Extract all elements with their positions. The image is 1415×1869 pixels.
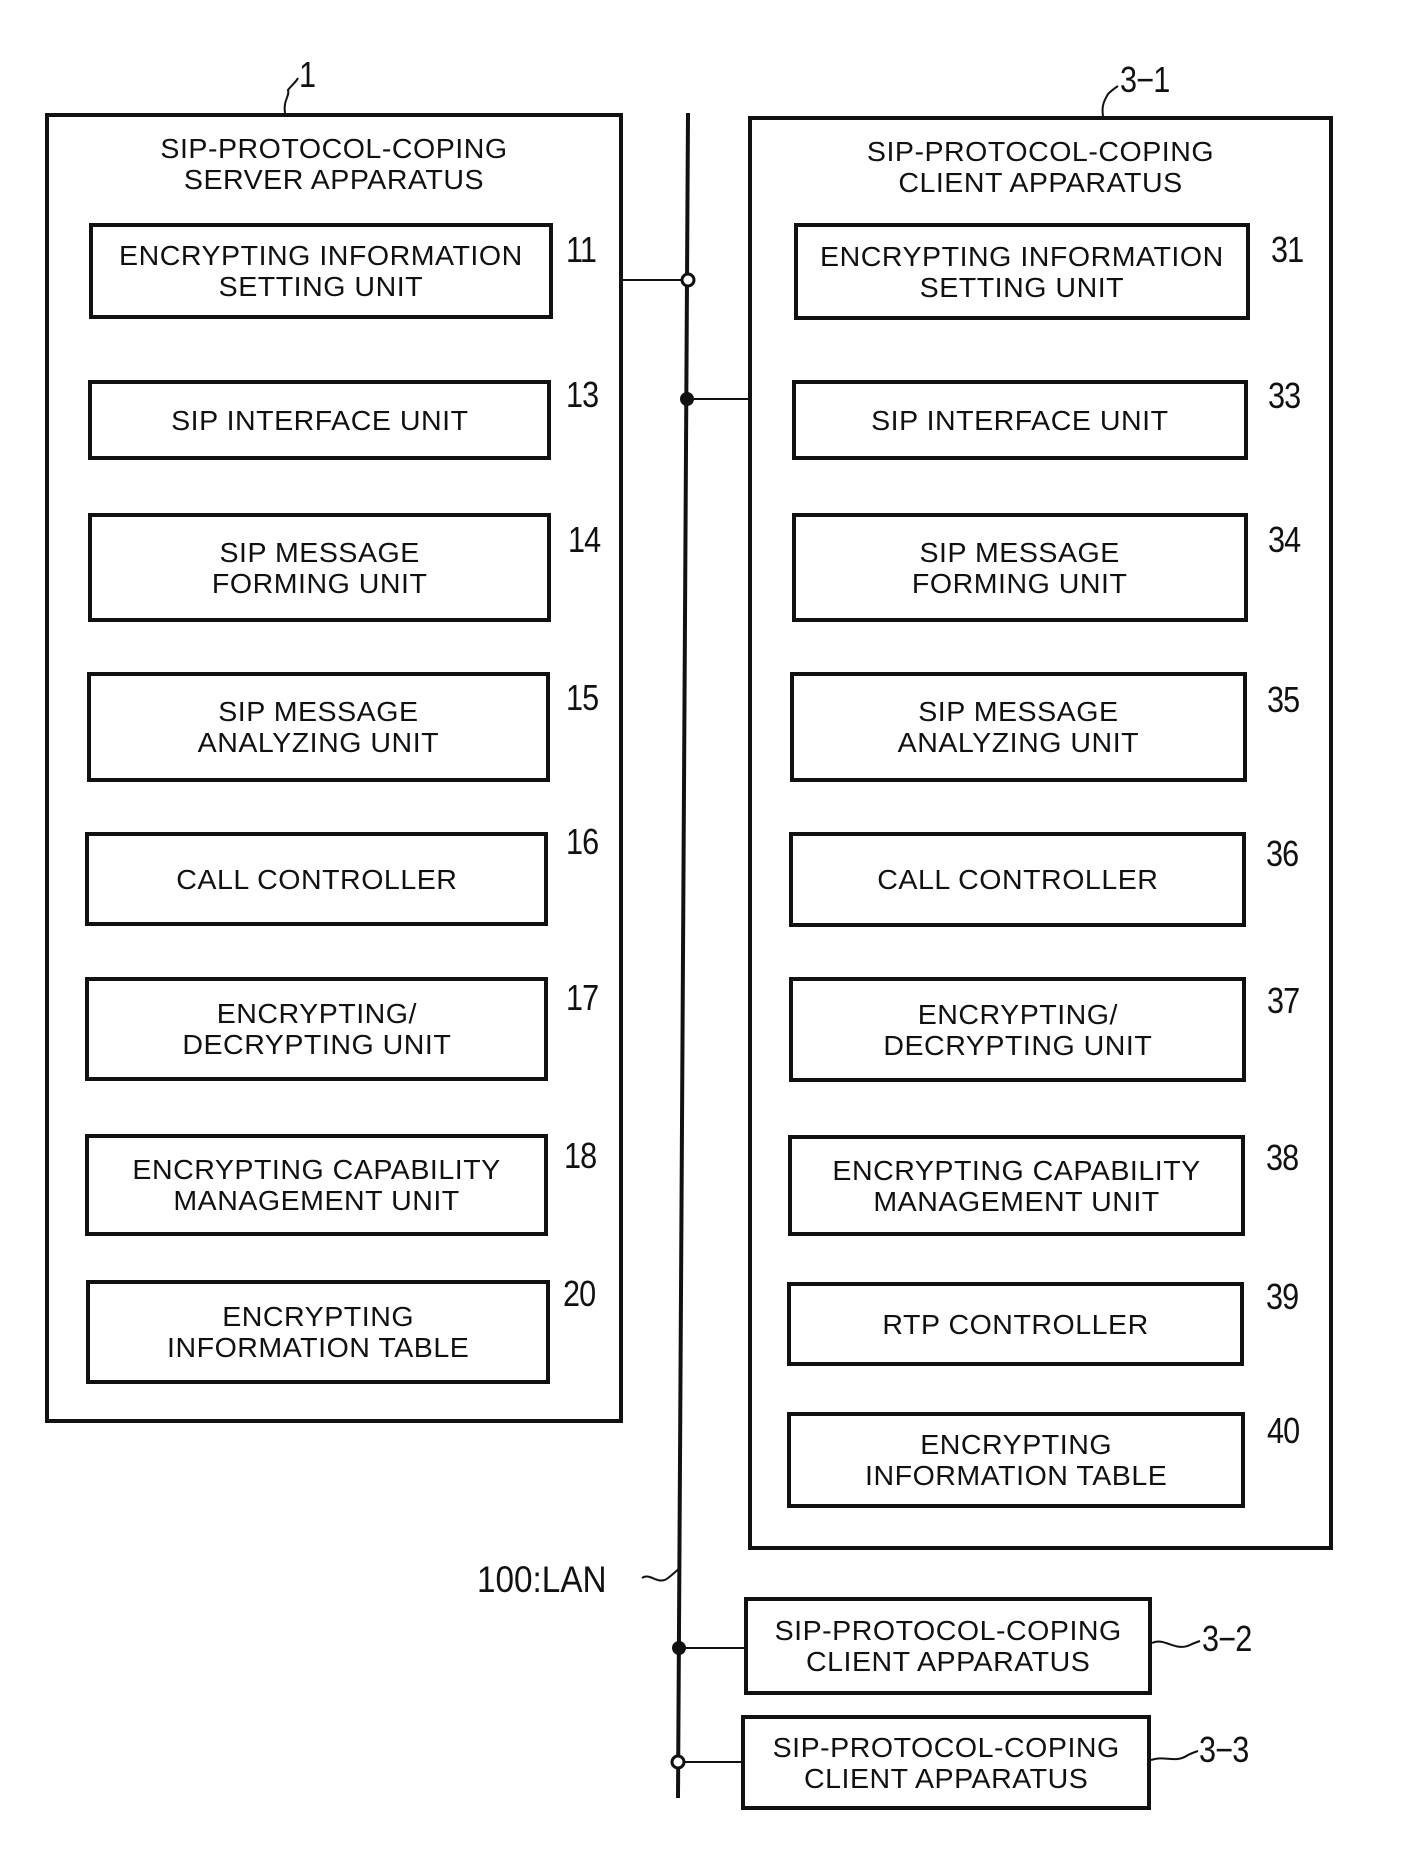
client-apparatus-3-2: SIP-PROTOCOL-COPING CLIENT APPARATUS	[744, 1597, 1152, 1695]
leader-3-2	[1151, 1640, 1201, 1648]
client-ref-35: 35	[1267, 679, 1300, 720]
server-unit-14: SIP MESSAGE FORMING UNIT	[88, 513, 551, 622]
server-unit-15: SIP MESSAGE ANALYZING UNIT	[87, 672, 550, 782]
client-ref-37: 37	[1267, 980, 1300, 1021]
unit-label: SIP-PROTOCOL-COPING CLIENT APPARATUS	[774, 1615, 1122, 1677]
server-ref-18: 18	[564, 1135, 597, 1176]
client-unit-36: CALL CONTROLLER	[789, 832, 1246, 927]
client-unit-34: SIP MESSAGE FORMING UNIT	[792, 513, 1248, 622]
client-ref-33: 33	[1268, 375, 1301, 416]
lan-label: 100:LAN	[477, 1559, 607, 1600]
unit-label: RTP CONTROLLER	[882, 1308, 1149, 1340]
server-unit-11: ENCRYPTING INFORMATION SETTING UNIT	[89, 223, 553, 319]
unit-label: ENCRYPTING CAPABILITY MANAGEMENT UNIT	[832, 1154, 1201, 1217]
leader-lan	[641, 1567, 681, 1582]
client-unit-35: SIP MESSAGE ANALYZING UNIT	[790, 672, 1247, 782]
unit-label: CALL CONTROLLER	[876, 864, 1159, 895]
unit-label: CALL CONTROLLER	[175, 863, 458, 895]
server-ref-label: 1	[299, 54, 316, 95]
server-unit-20: ENCRYPTING INFORMATION TABLE	[86, 1280, 550, 1384]
server-ref-11: 11	[566, 229, 597, 270]
unit-label: SIP MESSAGE ANALYZING UNIT	[197, 696, 440, 758]
unit-label: SIP INTERFACE UNIT	[170, 404, 469, 436]
leader-1	[283, 77, 299, 114]
unit-label: ENCRYPTING/ DECRYPTING UNIT	[182, 998, 451, 1060]
unit-label: SIP MESSAGE FORMING UNIT	[211, 536, 428, 599]
server-ref-15: 15	[566, 677, 599, 718]
server-ref-20: 20	[563, 1273, 596, 1314]
client-apparatus-3-3: SIP-PROTOCOL-COPING CLIENT APPARATUS	[741, 1715, 1151, 1810]
client-unit-33: SIP INTERFACE UNIT	[792, 380, 1248, 460]
leader-3-1	[1101, 85, 1119, 117]
tap-server-node	[680, 272, 696, 288]
tap-client-3-node	[670, 1754, 686, 1770]
lan-bus-line	[676, 112, 690, 1799]
client-ref-36: 36	[1266, 833, 1299, 874]
client-ref-3-3: 3−3	[1199, 1729, 1249, 1770]
unit-label: SIP INTERFACE UNIT	[871, 404, 1169, 436]
client-unit-31: ENCRYPTING INFORMATION SETTING UNIT	[794, 223, 1250, 320]
unit-label: ENCRYPTING INFORMATION TABLE	[864, 1429, 1168, 1491]
unit-label: SIP-PROTOCOL-COPING CLIENT APPARATUS	[772, 1731, 1120, 1794]
tap-client-2-node	[672, 1641, 686, 1655]
client-ref-label: 3−1	[1120, 59, 1170, 100]
server-ref-17: 17	[566, 977, 599, 1018]
leader-3-3	[1150, 1750, 1199, 1761]
client-ref-3-2: 3−2	[1202, 1618, 1252, 1659]
server-ref-14: 14	[568, 519, 601, 560]
server-unit-16: CALL CONTROLLER	[85, 832, 548, 926]
unit-label: ENCRYPTING INFORMATION SETTING UNIT	[820, 240, 1224, 303]
client-apparatus-title: SIP-PROTOCOL-COPING CLIENT APPARATUS	[866, 136, 1215, 198]
unit-label: ENCRYPTING INFORMATION SETTING UNIT	[119, 240, 523, 302]
server-ref-16: 16	[566, 821, 599, 862]
unit-label: ENCRYPTING CAPABILITY MANAGEMENT UNIT	[132, 1154, 501, 1216]
client-ref-40: 40	[1267, 1410, 1300, 1451]
server-unit-13: SIP INTERFACE UNIT	[88, 380, 551, 460]
server-unit-18: ENCRYPTING CAPABILITY MANAGEMENT UNIT	[85, 1134, 548, 1236]
server-ref-13: 13	[566, 374, 599, 415]
client-ref-34: 34	[1268, 519, 1301, 560]
client-unit-39: RTP CONTROLLER	[787, 1282, 1244, 1366]
tap-client-1-node	[680, 392, 694, 406]
client-unit-38: ENCRYPTING CAPABILITY MANAGEMENT UNIT	[788, 1135, 1245, 1236]
client-unit-37: ENCRYPTING/ DECRYPTING UNIT	[789, 977, 1246, 1082]
client-unit-40: ENCRYPTING INFORMATION TABLE	[787, 1412, 1245, 1508]
client-ref-38: 38	[1266, 1137, 1299, 1178]
unit-label: ENCRYPTING INFORMATION TABLE	[166, 1301, 470, 1363]
unit-label: SIP MESSAGE ANALYZING UNIT	[897, 696, 1140, 758]
server-apparatus-title: SIP-PROTOCOL-COPING SERVER APPARATUS	[160, 133, 508, 195]
client-ref-31: 31	[1271, 229, 1304, 270]
server-unit-17: ENCRYPTING/ DECRYPTING UNIT	[85, 977, 548, 1081]
unit-label: ENCRYPTING/ DECRYPTING UNIT	[883, 998, 1152, 1061]
client-ref-39: 39	[1266, 1276, 1299, 1317]
unit-label: SIP MESSAGE FORMING UNIT	[912, 536, 1128, 599]
